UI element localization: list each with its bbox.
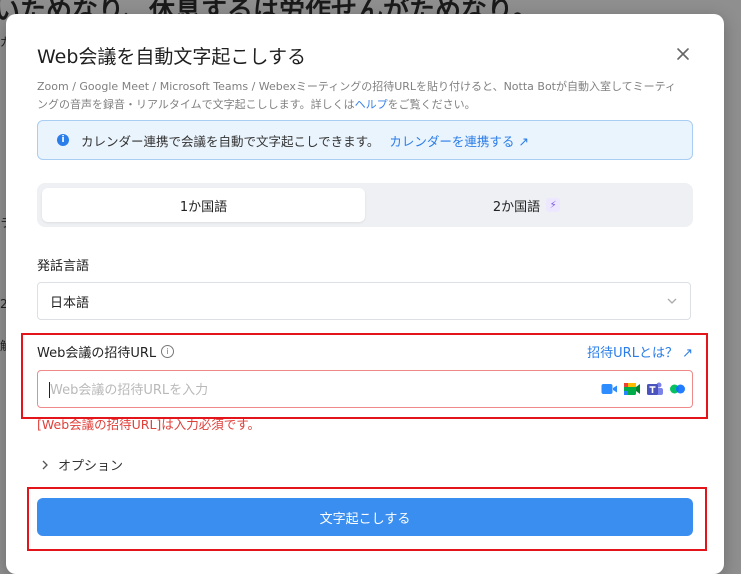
connect-calendar-link[interactable]: カレンダーを連携する ↗ xyxy=(389,131,528,150)
one-language-option[interactable]: 1か国語 xyxy=(42,188,365,222)
options-label: オプション xyxy=(58,459,124,474)
description-text-end: をご覧ください。 xyxy=(387,98,476,111)
meeting-url-input[interactable] xyxy=(48,371,592,409)
two-language-option[interactable]: 2か国語 ⚡ xyxy=(365,188,688,222)
language-mode-toggle: 1か国語 2か国語 ⚡ xyxy=(37,183,693,227)
one-language-label: 1か国語 xyxy=(179,199,228,215)
webex-icon xyxy=(670,384,685,394)
info-circle-icon[interactable]: i xyxy=(161,345,175,358)
text-caret xyxy=(49,382,50,398)
web-meeting-dialog: Web会議を自動文字起こしする Zoom / Google Meet / Mic… xyxy=(6,14,724,574)
transcribe-button[interactable]: 文字起こしする xyxy=(37,498,693,536)
options-toggle[interactable]: オプション xyxy=(40,455,123,474)
spoken-language-value: 日本語 xyxy=(50,295,90,311)
teams-icon xyxy=(647,382,663,395)
calendar-info-banner: i カレンダー連携で会議を自動で文字起こしできます。 カレンダーを連携する ↗ xyxy=(37,120,693,160)
spoken-language-label: 発話言語 xyxy=(37,259,90,274)
close-icon xyxy=(677,48,689,60)
dialog-title: Web会議を自動文字起こしする xyxy=(37,46,307,68)
close-button[interactable] xyxy=(671,42,695,66)
meeting-url-label-row: Web会議の招待URL i 招待URLとは？ ↗ xyxy=(37,342,693,362)
what-is-invite-url-link[interactable]: 招待URLとは？ ↗ xyxy=(587,342,693,361)
transcribe-button-label: 文字起こしする xyxy=(319,511,411,527)
info-icon: i xyxy=(57,134,69,146)
meeting-url-error: [Web会議の招待URL]は入力必須です。 xyxy=(37,417,261,432)
info-banner-text: カレンダー連携で会議を自動で文字起こしできます。 xyxy=(81,133,380,149)
dialog-description: Zoom / Google Meet / Microsoft Teams / W… xyxy=(37,78,685,114)
two-language-label: 2か国語 xyxy=(492,199,541,215)
google-meet-icon xyxy=(624,383,640,395)
help-link[interactable]: ヘルプ xyxy=(355,98,388,111)
service-icons xyxy=(601,381,686,397)
chevron-down-icon xyxy=(667,298,677,304)
meeting-url-label-wrap: Web会議の招待URL i xyxy=(37,342,175,361)
chevron-right-icon xyxy=(42,460,48,469)
zoom-icon xyxy=(601,384,617,394)
sparkle-icon: ⚡ xyxy=(546,198,561,212)
spoken-language-select[interactable]: 日本語 xyxy=(37,282,691,320)
meeting-url-label: Web会議の招待URL xyxy=(37,346,157,361)
meeting-url-field xyxy=(37,370,693,409)
